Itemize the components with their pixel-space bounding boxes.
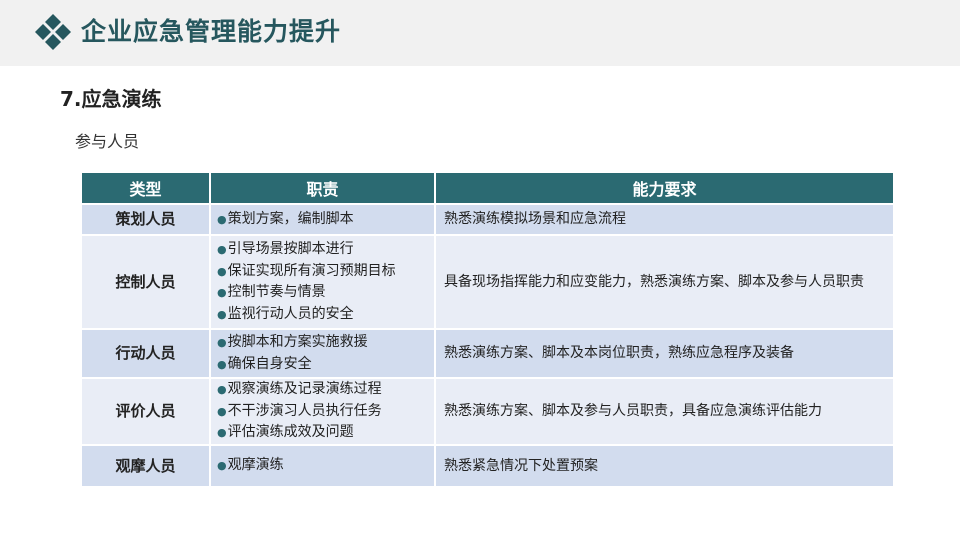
requirement-cell: 熟悉紧急情况下处置预案: [435, 444, 893, 486]
duty-item: ●控制节奏与情景: [217, 282, 428, 304]
participants-table: 类型 职责 能力要求 策划人员 ●策划方案，编制脚本 熟悉演练模拟场景和应急流程…: [82, 173, 893, 486]
bullet-icon: ●: [217, 404, 227, 418]
duty-item: ●引导场景按脚本进行: [217, 239, 428, 261]
table-row: 策划人员 ●策划方案，编制脚本 熟悉演练模拟场景和应急流程: [82, 203, 893, 235]
duty-text: 保证实现所有演习预期目标: [227, 262, 396, 279]
duty-text: 确保自身安全: [227, 355, 312, 372]
duty-item: ●不干涉演习人员执行任务: [217, 401, 428, 423]
role-cell: 策划人员: [82, 203, 211, 235]
duty-text: 按脚本和方案实施救援: [227, 334, 368, 350]
section-subtitle: 参与人员: [75, 132, 140, 151]
duty-item: ●评估演练成效及问题: [217, 422, 428, 444]
page-title: 企业应急管理能力提升: [81, 17, 342, 46]
column-header-type: 类型: [82, 173, 211, 204]
bullet-icon: ●: [217, 357, 227, 371]
role-cell: 观摩人员: [82, 444, 211, 486]
duty-text: 控制节奏与情景: [227, 284, 326, 300]
bullet-icon: ●: [217, 264, 227, 278]
requirement-cell: 熟悉演练方案、脚本及本岗位职责，熟练应急程序及装备: [435, 328, 893, 378]
duties-cell: ●观摩演练: [210, 444, 436, 486]
section-title: 7.应急演练: [60, 87, 162, 111]
duty-text: 观摩演练: [227, 457, 284, 474]
role-cell: 行动人员: [82, 328, 211, 378]
diamond-logo-icon: [35, 14, 71, 50]
duty-item: ●监视行动人员的安全: [217, 304, 428, 326]
duties-cell: ●引导场景按脚本进行 ●保证实现所有演习预期目标 ●控制节奏与情景 ●监视行动人…: [210, 234, 436, 329]
duties-cell: ●策划方案，编制脚本: [210, 203, 436, 235]
bullet-icon: ●: [217, 307, 227, 321]
requirement-cell: 具备现场指挥能力和应变能力，熟悉演练方案、脚本及参与人员职责: [435, 234, 893, 329]
duty-text: 监视行动人员的安全: [227, 305, 354, 322]
requirement-cell: 熟悉演练方案、脚本及参与人员职责，具备应急演练评估能力: [435, 377, 893, 445]
duties-cell: ●按脚本和方案实施救援 ●确保自身安全: [210, 328, 436, 378]
duties-cell: ●观察演练及记录演练过程 ●不干涉演习人员执行任务 ●评估演练成效及问题: [210, 377, 436, 445]
duty-item: ●确保自身安全: [217, 354, 428, 376]
duty-item: ●观察演练及记录演练过程: [217, 379, 428, 401]
table-row: 行动人员 ●按脚本和方案实施救援 ●确保自身安全 熟悉演练方案、脚本及本岗位职责…: [82, 328, 893, 378]
bullet-icon: ●: [217, 212, 227, 226]
duty-text: 评估演练成效及问题: [227, 424, 354, 441]
duty-text: 观察演练及记录演练过程: [227, 381, 382, 398]
bullet-icon: ●: [217, 459, 227, 473]
duty-item: ●保证实现所有演习预期目标: [217, 261, 428, 283]
duty-text: 不干涉演习人员执行任务: [227, 402, 382, 419]
duty-item: ●观摩演练: [217, 455, 428, 477]
duty-text: 策划方案，编制脚本: [227, 210, 354, 227]
table-row: 评价人员 ●观察演练及记录演练过程 ●不干涉演习人员执行任务 ●评估演练成效及问…: [82, 377, 893, 445]
table-row: 观摩人员 ●观摩演练 熟悉紧急情况下处置预案: [82, 444, 893, 486]
column-header-requirements: 能力要求: [435, 173, 893, 204]
duty-text: 引导场景按脚本进行: [227, 241, 354, 257]
table-row: 控制人员 ●引导场景按脚本进行 ●保证实现所有演习预期目标 ●控制节奏与情景 ●…: [82, 234, 893, 329]
bullet-icon: ●: [217, 286, 227, 299]
requirement-cell: 熟悉演练模拟场景和应急流程: [435, 203, 893, 235]
role-cell: 评价人员: [82, 377, 211, 445]
column-header-duties: 职责: [210, 173, 436, 204]
bullet-icon: ●: [217, 243, 227, 256]
bullet-icon: ●: [217, 383, 227, 397]
role-cell: 控制人员: [82, 234, 211, 329]
bullet-icon: ●: [217, 426, 227, 440]
bullet-icon: ●: [217, 336, 227, 349]
table-header-row: 类型 职责 能力要求: [82, 173, 893, 204]
header-bar: 企业应急管理能力提升: [0, 0, 960, 66]
duty-item: ●策划方案，编制脚本: [217, 209, 428, 231]
duty-item: ●按脚本和方案实施救援: [217, 332, 428, 354]
